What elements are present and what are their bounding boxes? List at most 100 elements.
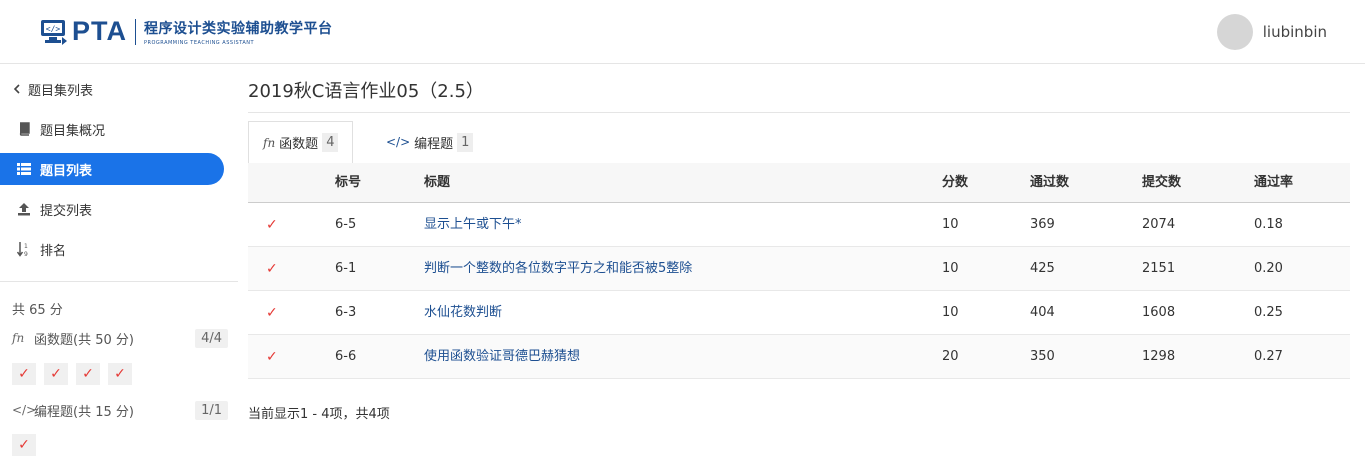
problem-check-button[interactable]: ✓ (108, 363, 132, 385)
problem-id: 6-1 (335, 261, 357, 276)
sidebar-item-ranking[interactable]: 19 排名 (0, 233, 224, 265)
chevron-left-icon (12, 84, 22, 94)
tab-count: 4 (322, 133, 339, 152)
sidebar-item-label: 排名 (40, 243, 67, 259)
problem-submitted: 1608 (1142, 305, 1176, 320)
sidebar-item-label: 题目列表 (40, 163, 93, 179)
problem-title-link[interactable]: 判断一个整数的各位数字平方之和能否被5整除 (424, 247, 692, 291)
problem-title-link[interactable]: 使用函数验证哥德巴赫猜想 (424, 335, 580, 379)
problem-title-link[interactable]: 水仙花数判断 (424, 291, 502, 335)
function-icon: fn (12, 331, 25, 345)
back-to-problem-sets-link[interactable]: 题目集列表 (0, 73, 224, 105)
check-icon: ✓ (114, 366, 126, 382)
pagination-summary: 当前显示1 - 4项，共4项 (248, 407, 390, 422)
problem-passed: 369 (1030, 217, 1055, 232)
category-count: 4/4 (195, 328, 228, 348)
check-icon: ✓ (18, 366, 30, 382)
svg-text:9: 9 (24, 251, 28, 257)
tab-count: 1 (457, 132, 474, 152)
code-icon: </> (12, 403, 37, 417)
problem-rate: 0.27 (1254, 349, 1283, 364)
brand-en: PROGRAMMING TEACHING ASSISTANT (144, 39, 255, 46)
problem-rate: 0.18 (1254, 217, 1283, 232)
user-menu[interactable]: liubinbin (1216, 14, 1327, 50)
tab-programming[interactable]: </> 编程题 1 (372, 121, 487, 163)
sidebar: 题目集列表 题目集概况 题目列表 提交列表 19 排名 共 65 分 fn 函数… (0, 65, 238, 461)
sort-icon: 19 (16, 241, 32, 257)
back-label: 题目集列表 (28, 83, 94, 99)
problem-submitted: 2151 (1142, 261, 1176, 276)
tab-function[interactable]: fn 函数题 4 (248, 121, 354, 164)
page-title: 2019秋C语言作业05（2.5） (248, 81, 484, 102)
sidebar-item-label: 提交列表 (40, 203, 93, 219)
brand-subtitle: 程序设计类实验辅助教学平台 PROGRAMMING TEACHING ASSIS… (144, 18, 333, 46)
function-problem-checks: ✓ ✓ ✓ ✓ (12, 363, 140, 385)
category-programming: </> 编程题(共 15 分) 1/1 (12, 399, 228, 421)
category-label: 编程题(共 15 分) (34, 404, 134, 420)
problem-submitted: 2074 (1142, 217, 1176, 232)
upload-icon (16, 202, 32, 216)
brand-name: PTA (72, 16, 127, 46)
check-icon: ✓ (50, 366, 62, 382)
list-icon (16, 163, 32, 175)
table-row[interactable]: ✓ 6-6 使用函数验证哥德巴赫猜想 20 350 1298 0.27 (248, 335, 1350, 379)
problem-id: 6-3 (335, 305, 357, 320)
table-row[interactable]: ✓ 6-1 判断一个整数的各位数字平方之和能否被5整除 10 425 2151 … (248, 247, 1350, 291)
code-icon: </> (386, 135, 411, 149)
avatar[interactable] (1216, 14, 1253, 50)
problem-score: 10 (942, 305, 959, 320)
col-header-rate[interactable]: 通过率 (1254, 163, 1293, 203)
top-header: </> PTA 程序设计类实验辅助教学平台 PROGRAMMING TEACHI… (0, 0, 1365, 64)
problem-title-link[interactable]: 显示上午或下午* (424, 203, 522, 247)
programming-problem-checks: ✓ (12, 434, 44, 456)
col-header-title[interactable]: 标题 (424, 163, 450, 203)
col-header-submitted[interactable]: 提交数 (1142, 163, 1181, 203)
problem-passed: 404 (1030, 305, 1055, 320)
problem-check-button[interactable]: ✓ (12, 363, 36, 385)
sidebar-item-problem-list[interactable]: 题目列表 (0, 153, 224, 185)
category-label: 函数题(共 50 分) (34, 332, 134, 348)
category-count: 1/1 (195, 400, 228, 420)
pta-logo[interactable]: </> PTA 程序设计类实验辅助教学平台 PROGRAMMING TEACHI… (40, 16, 333, 47)
username[interactable]: liubinbin (1263, 23, 1327, 41)
col-header-score[interactable]: 分数 (942, 163, 968, 203)
problem-check-button[interactable]: ✓ (76, 363, 100, 385)
problem-score: 10 (942, 261, 959, 276)
code-monitor-icon: </> (40, 19, 68, 45)
problem-check-button[interactable]: ✓ (12, 434, 36, 456)
problem-passed: 425 (1030, 261, 1055, 276)
check-icon: ✓ (18, 437, 30, 453)
sidebar-item-submissions[interactable]: 提交列表 (0, 193, 224, 225)
tab-label: 编程题 (414, 136, 454, 152)
title-divider (248, 112, 1350, 113)
table-row[interactable]: ✓ 6-5 显示上午或下午* 10 369 2074 0.18 (248, 203, 1350, 247)
check-icon: ✓ (266, 261, 278, 277)
svg-text:1: 1 (24, 243, 28, 250)
problem-table: 标号 标题 分数 通过数 提交数 通过率 ✓ 6-5 显示上午或下午* 10 3… (248, 163, 1350, 379)
col-header-id[interactable]: 标号 (335, 163, 361, 203)
check-icon: ✓ (266, 349, 278, 365)
problem-submitted: 1298 (1142, 349, 1176, 364)
problem-check-button[interactable]: ✓ (44, 363, 68, 385)
table-row[interactable]: ✓ 6-3 水仙花数判断 10 404 1608 0.25 (248, 291, 1350, 335)
problem-passed: 350 (1030, 349, 1055, 364)
problem-id: 6-6 (335, 349, 357, 364)
tab-label: 函数题 (279, 137, 319, 152)
problem-rate: 0.20 (1254, 261, 1283, 276)
brand-cn: 程序设计类实验辅助教学平台 (144, 20, 333, 37)
col-header-passed[interactable]: 通过数 (1030, 163, 1069, 203)
check-icon: ✓ (266, 305, 278, 321)
function-icon: fn (263, 135, 276, 150)
sidebar-item-overview[interactable]: 题目集概况 (0, 113, 224, 145)
book-icon (16, 122, 32, 136)
category-function: fn 函数题(共 50 分) 4/4 (12, 327, 228, 349)
problem-type-tabs: fn 函数题 4 </> 编程题 1 (248, 121, 1350, 164)
problem-score: 10 (942, 217, 959, 232)
sidebar-divider (0, 281, 238, 282)
sidebar-item-label: 题目集概况 (40, 123, 106, 139)
svg-text:</>: </> (46, 24, 61, 33)
check-icon: ✓ (266, 217, 278, 233)
logo-divider (135, 18, 136, 45)
problem-score: 20 (942, 349, 959, 364)
problem-rate: 0.25 (1254, 305, 1283, 320)
